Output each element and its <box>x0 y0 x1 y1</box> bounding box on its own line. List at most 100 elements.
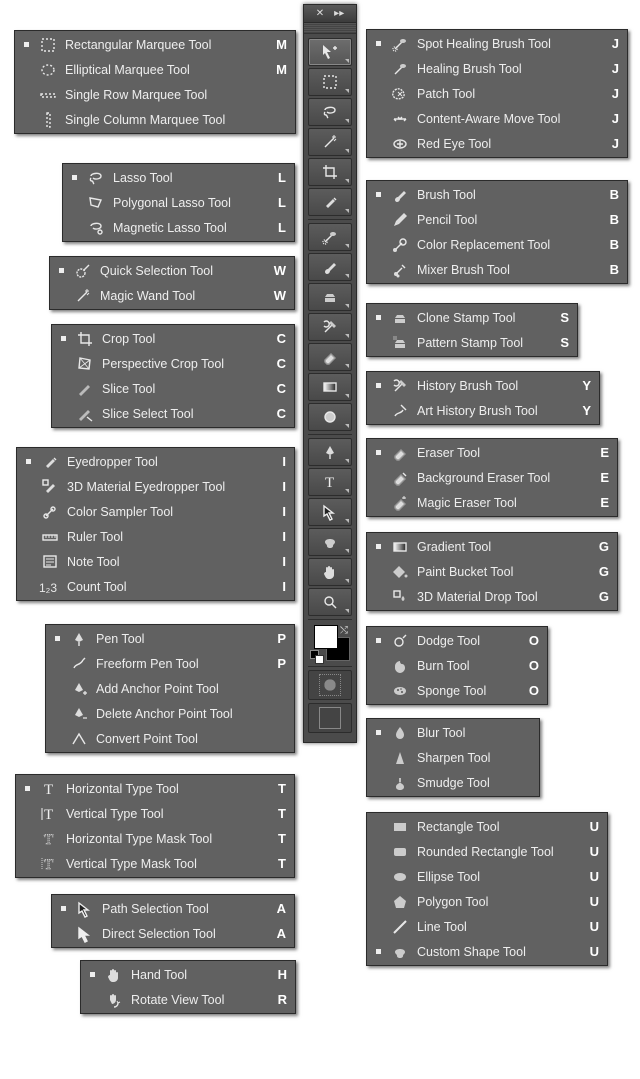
panel-grip[interactable] <box>304 23 356 34</box>
tool-option-pattern-stamp[interactable]: Pattern Stamp ToolS <box>369 330 575 355</box>
tool-option-del-anchor[interactable]: Delete Anchor Point Tool <box>48 701 292 726</box>
tool-option-pen[interactable]: Pen ToolP <box>48 626 292 651</box>
tool-option-bucket[interactable]: Paint Bucket ToolG <box>369 559 615 584</box>
tool-option-magic-eraser[interactable]: Magic Eraser ToolE <box>369 490 615 515</box>
tool-option-direct-sel[interactable]: Direct Selection ToolA <box>54 921 292 946</box>
tool-option-red-eye[interactable]: Red Eye ToolJ <box>369 131 625 156</box>
tool-label: Color Sampler Tool <box>67 505 266 519</box>
tool-option-htype-mask[interactable]: THorizontal Type Mask ToolT <box>18 826 292 851</box>
tool-brush[interactable] <box>308 253 352 281</box>
tool-label: Slice Tool <box>102 382 266 396</box>
tool-option-color-sampler[interactable]: Color Sampler ToolI <box>19 499 292 524</box>
tool-label: 3D Material Eyedropper Tool <box>67 480 266 494</box>
quick-mask-button[interactable] <box>308 670 352 700</box>
tool-option-add-anchor[interactable]: Add Anchor Point Tool <box>48 676 292 701</box>
tool-option-bg-eraser[interactable]: Background Eraser ToolE <box>369 465 615 490</box>
tool-option-color-replace[interactable]: Color Replacement ToolB <box>369 232 625 257</box>
tool-option-mag-lasso[interactable]: Magnetic Lasso ToolL <box>65 215 292 240</box>
tool-option-row-marquee[interactable]: Single Row Marquee Tool <box>17 82 293 107</box>
tool-lasso[interactable] <box>308 98 352 126</box>
tool-option-line[interactable]: Line ToolU <box>369 914 605 939</box>
tools-body: T⤭ <box>304 34 356 742</box>
tool-option-ellipse-marquee[interactable]: Elliptical Marquee ToolM <box>17 57 293 82</box>
tool-option-round-rect[interactable]: Rounded Rectangle ToolU <box>369 839 605 864</box>
stamp-icon <box>321 288 339 306</box>
tool-label: 3D Material Drop Tool <box>417 590 589 604</box>
tool-option-rotate-view[interactable]: Rotate View ToolR <box>83 987 293 1012</box>
tool-option-art-history[interactable]: Art History Brush ToolY <box>369 398 597 423</box>
foreground-color[interactable] <box>314 625 338 649</box>
tool-option-sharpen[interactable]: Sharpen Tool <box>369 745 537 770</box>
panel-header[interactable]: ✕ ▸▸ <box>304 5 356 23</box>
tool-option-poly-lasso[interactable]: Polygonal Lasso ToolL <box>65 190 292 215</box>
tool-option-ellipse[interactable]: Ellipse ToolU <box>369 864 605 889</box>
tool-wand[interactable] <box>308 128 352 156</box>
tool-option-content-aware[interactable]: Content-Aware Move ToolJ <box>369 106 625 131</box>
tool-option-sponge[interactable]: Sponge ToolO <box>369 678 545 703</box>
tool-option-custom-shape[interactable]: Custom Shape ToolU <box>369 939 605 964</box>
tool-option-vtype[interactable]: TVertical Type ToolT <box>18 801 292 826</box>
tool-label: Red Eye Tool <box>417 137 599 151</box>
close-icon[interactable]: ✕ <box>316 8 324 19</box>
tool-option-path-sel[interactable]: Path Selection ToolA <box>54 896 292 921</box>
tool-option-mat-drop[interactable]: 3D Material Drop ToolG <box>369 584 615 609</box>
tool-option-crop[interactable]: Crop ToolC <box>54 326 292 351</box>
tool-option-history-brush[interactable]: History Brush ToolY <box>369 373 597 398</box>
tool-option-col-marquee[interactable]: Single Column Marquee Tool <box>17 107 293 132</box>
tool-option-ruler[interactable]: Ruler ToolI <box>19 524 292 549</box>
screen-mode-button[interactable] <box>308 703 352 733</box>
tool-option-rect[interactable]: Rectangle ToolU <box>369 814 605 839</box>
tool-shape[interactable] <box>308 528 352 556</box>
tool-option-lasso[interactable]: Lasso ToolL <box>65 165 292 190</box>
tool-zoom[interactable] <box>308 588 352 616</box>
tool-pen[interactable] <box>308 438 352 466</box>
tool-option-rect-marquee[interactable]: Rectangular Marquee ToolM <box>17 32 293 57</box>
tool-stamp[interactable] <box>308 283 352 311</box>
tool-option-heal[interactable]: Healing Brush ToolJ <box>369 56 625 81</box>
tool-option-persp-crop[interactable]: Perspective Crop ToolC <box>54 351 292 376</box>
tool-option-count[interactable]: 1₂3Count ToolI <box>19 574 292 599</box>
tool-option-pencil[interactable]: Pencil ToolB <box>369 207 625 232</box>
tool-hand[interactable] <box>308 558 352 586</box>
tool-option-smudge[interactable]: Smudge Tool <box>369 770 537 795</box>
tool-option-convert[interactable]: Convert Point Tool <box>48 726 292 751</box>
tool-option-htype[interactable]: THorizontal Type ToolT <box>18 776 292 801</box>
expand-icon[interactable]: ▸▸ <box>334 8 344 19</box>
tool-option-eraser[interactable]: Eraser ToolE <box>369 440 615 465</box>
tool-option-gradient[interactable]: Gradient ToolG <box>369 534 615 559</box>
tool-gradient[interactable] <box>308 373 352 401</box>
tool-eraser[interactable] <box>308 343 352 371</box>
tool-spot-heal[interactable] <box>308 223 352 251</box>
tool-option-vtype-mask[interactable]: TVertical Type Mask ToolT <box>18 851 292 876</box>
tool-option-mixer[interactable]: Mixer Brush ToolB <box>369 257 625 282</box>
tool-option-dodge[interactable]: Dodge ToolO <box>369 628 545 653</box>
color-swatches[interactable]: ⤭ <box>308 623 352 663</box>
history-brush-icon <box>321 318 339 336</box>
swap-colors-icon[interactable]: ⤭ <box>340 625 348 636</box>
tool-marquee[interactable] <box>308 68 352 96</box>
tool-dim[interactable] <box>308 403 352 431</box>
tool-option-quick-sel[interactable]: Quick Selection ToolW <box>52 258 292 283</box>
tool-option-brush[interactable]: Brush ToolB <box>369 182 625 207</box>
tool-history-brush[interactable] <box>308 313 352 341</box>
tool-option-note[interactable]: Note ToolI <box>19 549 292 574</box>
tool-type[interactable]: T <box>308 468 352 496</box>
tool-option-clone-stamp[interactable]: Clone Stamp ToolS <box>369 305 575 330</box>
tool-eyedropper[interactable] <box>308 188 352 216</box>
default-colors-icon[interactable] <box>310 650 322 662</box>
tool-option-eyedropper[interactable]: Eyedropper ToolI <box>19 449 292 474</box>
tool-option-polygon[interactable]: Polygon ToolU <box>369 889 605 914</box>
tool-path-sel[interactable] <box>308 498 352 526</box>
tool-option-slice-sel[interactable]: Slice Select ToolC <box>54 401 292 426</box>
tool-crop[interactable] <box>308 158 352 186</box>
tool-option-burn[interactable]: Burn ToolO <box>369 653 545 678</box>
tool-option-hand[interactable]: Hand ToolH <box>83 962 293 987</box>
tool-option-blur[interactable]: Blur Tool <box>369 720 537 745</box>
tool-option-mat-eye[interactable]: 3D Material Eyedropper ToolI <box>19 474 292 499</box>
tool-option-spot-heal[interactable]: Spot Healing Brush ToolJ <box>369 31 625 56</box>
tool-option-patch[interactable]: Patch ToolJ <box>369 81 625 106</box>
tool-move[interactable] <box>308 38 352 66</box>
tool-option-free-pen[interactable]: Freeform Pen ToolP <box>48 651 292 676</box>
tool-option-slice[interactable]: Slice ToolC <box>54 376 292 401</box>
tool-option-wand[interactable]: Magic Wand ToolW <box>52 283 292 308</box>
